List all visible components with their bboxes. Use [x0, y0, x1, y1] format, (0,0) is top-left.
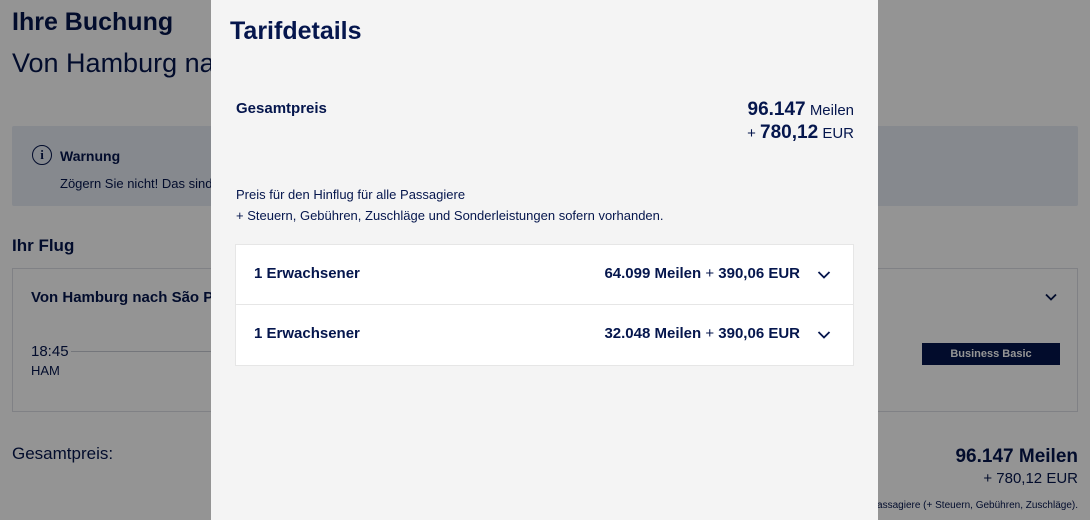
chevron-down-icon[interactable] — [817, 328, 831, 342]
fare-details-modal: Tarifdetails Gesamtpreis 96.147 Meilen +… — [211, 0, 878, 520]
passenger-eur: 390,06 EUR — [718, 265, 800, 282]
total-price: 96.147 Meilen + 780,12 EUR — [747, 99, 854, 145]
passenger-row-1[interactable]: 1 Erwachsener 64.099 Meilen + 390,06 EUR — [236, 245, 853, 305]
passenger-miles: 64.099 Meilen — [604, 265, 702, 282]
total-miles-value: 96.147 — [747, 99, 806, 120]
description-line-1: Preis für den Hinflug für alle Passagier… — [236, 187, 466, 202]
chevron-down-icon[interactable] — [817, 268, 831, 282]
passenger-label: 1 Erwachsener — [254, 325, 360, 342]
passenger-plus: + — [705, 325, 715, 342]
passenger-price: 32.048 Meilen + 390,06 EUR — [604, 325, 800, 342]
price-description: Preis für den Hinflug für alle Passagier… — [236, 184, 664, 226]
total-price-label: Gesamtpreis — [236, 100, 327, 117]
passenger-price-list: 1 Erwachsener 64.099 Meilen + 390,06 EUR… — [235, 244, 854, 366]
passenger-miles: 32.048 Meilen — [604, 325, 702, 342]
description-line-2: + Steuern, Gebühren, Zuschläge und Sonde… — [236, 208, 664, 223]
modal-title: Tarifdetails — [230, 17, 362, 45]
passenger-price: 64.099 Meilen + 390,06 EUR — [604, 265, 800, 282]
passenger-row-2[interactable]: 1 Erwachsener 32.048 Meilen + 390,06 EUR — [236, 305, 853, 365]
passenger-label: 1 Erwachsener — [254, 265, 360, 282]
total-eur-unit: EUR — [822, 125, 854, 142]
total-eur-value: 780,12 — [760, 122, 819, 143]
total-plus: + — [747, 125, 756, 142]
passenger-plus: + — [705, 265, 715, 282]
total-miles-unit: Meilen — [809, 102, 854, 119]
passenger-eur: 390,06 EUR — [718, 325, 800, 342]
